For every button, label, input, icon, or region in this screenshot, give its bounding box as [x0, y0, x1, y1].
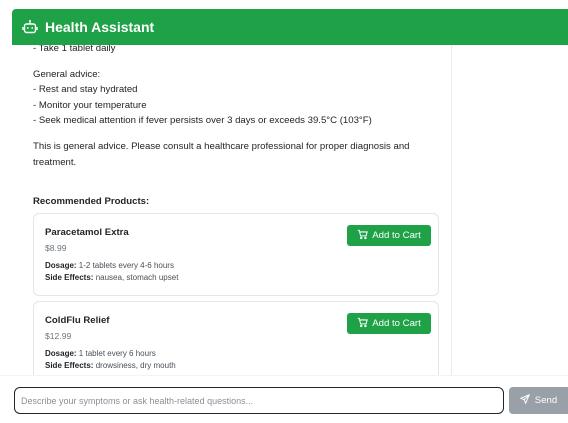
recommended-products-title: Recommended Products:: [33, 196, 150, 207]
dosage-label: Dosage:: [45, 349, 77, 358]
side-effects-label: Side Effects:: [45, 273, 94, 282]
send-button[interactable]: Send: [509, 387, 568, 414]
advice-item: - Rest and stay hydrated: [33, 84, 138, 96]
advice-item: - Seek medical attention if fever persis…: [33, 115, 372, 127]
disclaimer-text: This is general advice. Please consult a…: [33, 140, 410, 168]
product-side-effects: Side Effects: drowsiness, dry mouth: [45, 361, 176, 370]
advice-heading: General advice:: [33, 68, 101, 80]
header-title: Health Assistant: [45, 19, 155, 35]
add-to-cart-button[interactable]: Add to Cart: [347, 313, 431, 334]
dosage-value: 1-2 tablets every 4-6 hours: [78, 261, 174, 270]
app-header: Health Assistant: [12, 9, 568, 45]
chat-scroll-area[interactable]: - Take 1 tablet daily General advice: - …: [12, 45, 452, 375]
product-dosage: Dosage: 1 tablet every 6 hours: [45, 349, 156, 358]
add-to-cart-label: Add to Cart: [372, 318, 421, 329]
send-icon: [519, 393, 530, 407]
send-label: Send: [534, 395, 558, 406]
product-price: $12.99: [45, 331, 72, 341]
cart-icon: [357, 317, 369, 331]
cart-icon: [357, 229, 369, 243]
message-line: - Take 1 tablet daily: [33, 45, 116, 54]
side-effects-label: Side Effects:: [45, 361, 94, 370]
side-effects-value: drowsiness, dry mouth: [95, 361, 176, 370]
side-effects-value: nausea, stomach upset: [95, 273, 179, 282]
dosage-label: Dosage:: [45, 261, 77, 270]
product-side-effects: Side Effects: nausea, stomach upset: [45, 273, 178, 282]
add-to-cart-label: Add to Cart: [372, 230, 421, 241]
product-card: Paracetamol Extra $8.99 Dosage: 1-2 tabl…: [33, 213, 439, 296]
product-dosage: Dosage: 1-2 tablets every 4-6 hours: [45, 261, 174, 270]
symptom-input[interactable]: [14, 387, 504, 414]
product-name: ColdFlu Relief: [45, 315, 110, 326]
robot-icon: [22, 19, 38, 35]
add-to-cart-button[interactable]: Add to Cart: [347, 225, 431, 246]
product-name: Paracetamol Extra: [45, 227, 129, 238]
advice-item: - Monitor your temperature: [33, 99, 147, 111]
message-composer: Send: [0, 375, 568, 423]
product-card: ColdFlu Relief $12.99 Dosage: 1 tablet e…: [33, 301, 439, 375]
assistant-message: - Take 1 tablet daily General advice: - …: [33, 45, 449, 170]
dosage-value: 1 tablet every 6 hours: [78, 349, 156, 358]
product-price: $8.99: [45, 243, 67, 253]
